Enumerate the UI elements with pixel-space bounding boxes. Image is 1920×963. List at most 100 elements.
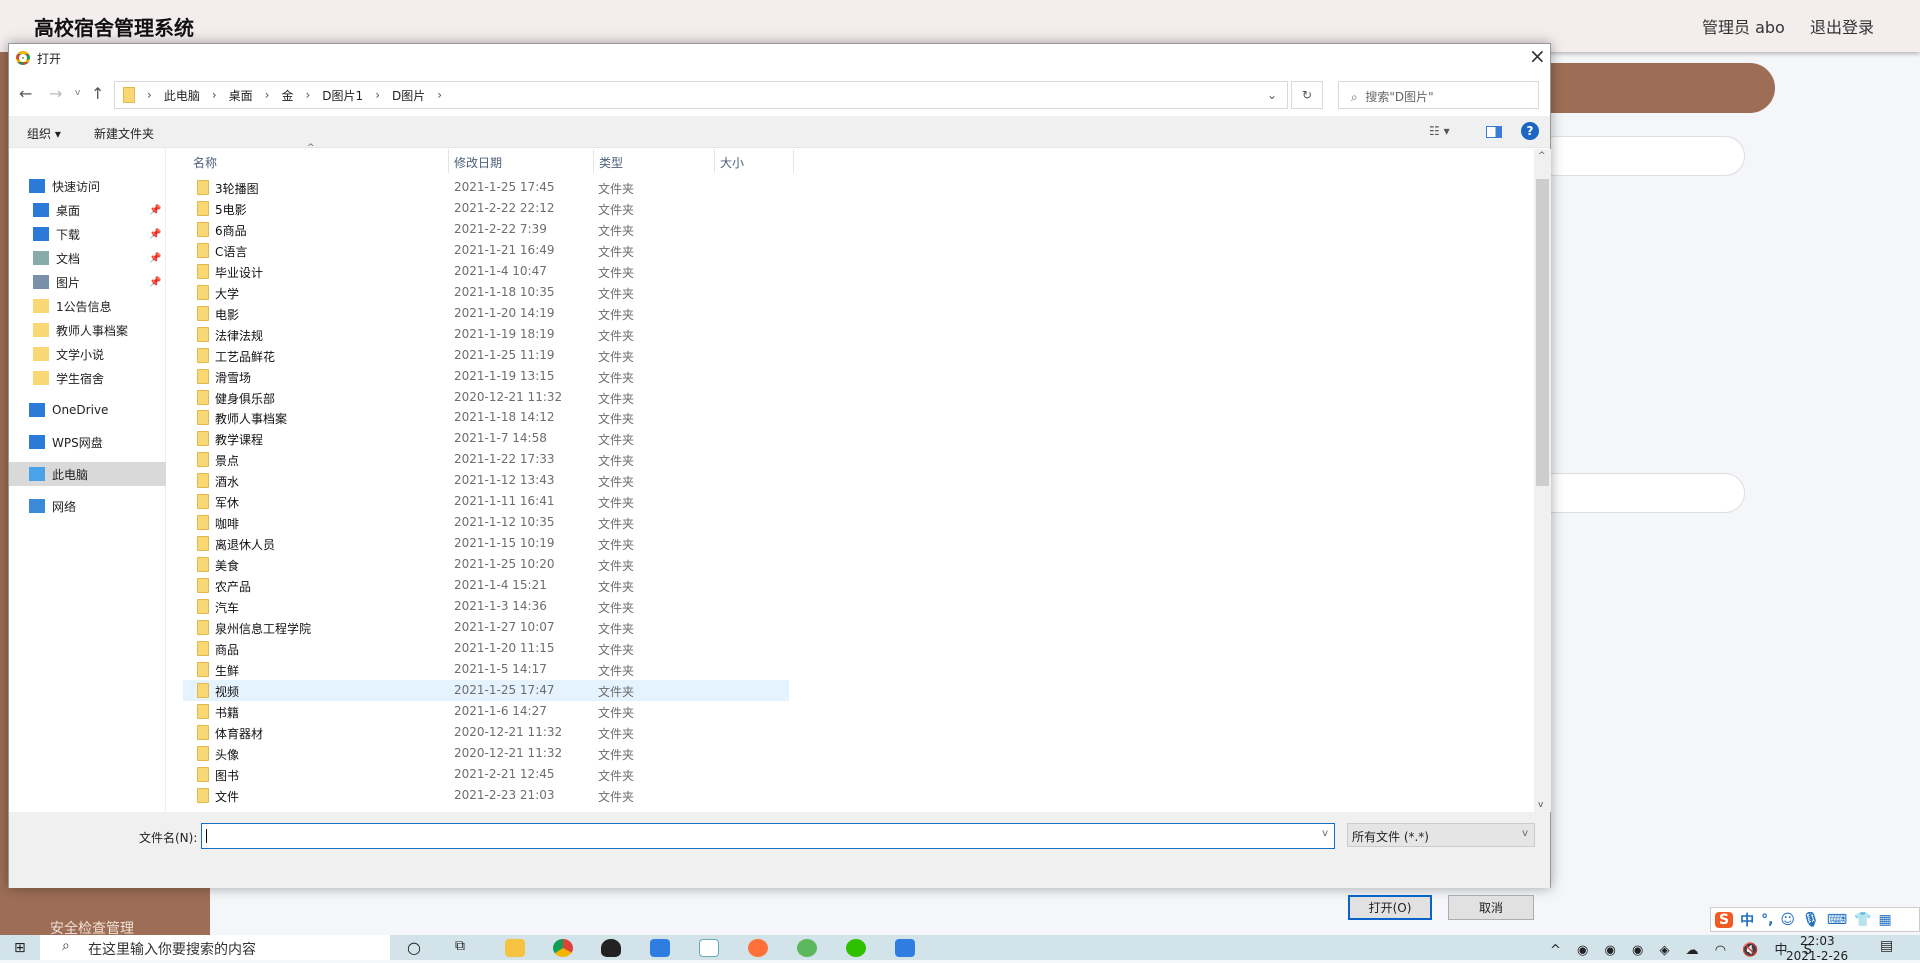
file-row[interactable]: 生鲜 2021-1-5 14:17 文件夹 [183, 659, 789, 680]
file-row[interactable]: 书籍 2021-1-6 14:27 文件夹 [183, 701, 789, 722]
scrollbar-thumb[interactable] [1536, 179, 1549, 486]
nav-item[interactable]: 文档 📌 [9, 246, 166, 270]
file-row[interactable]: 泉州信息工程学院 2021-1-27 10:07 文件夹 [183, 617, 789, 638]
file-row[interactable]: 图书 2021-2-21 12:45 文件夹 [183, 764, 789, 785]
pin-icon[interactable]: 📌 [149, 229, 161, 240]
ime-mode[interactable]: 中 [1740, 910, 1754, 930]
file-row[interactable]: 法律法规 2021-1-19 18:19 文件夹 [183, 324, 789, 345]
browser-icon[interactable] [797, 939, 817, 957]
emoji-icon[interactable]: ☺ [1780, 912, 1795, 928]
recent-dropdown-icon[interactable]: v [75, 88, 80, 98]
file-row[interactable]: 滑雪场 2021-1-19 13:15 文件夹 [183, 366, 789, 387]
baidu-netdisk-icon[interactable] [650, 939, 670, 957]
column-modified[interactable]: 修改日期 [454, 154, 502, 171]
nav-item[interactable]: 下载 📌 [9, 222, 166, 246]
chrome-icon[interactable] [553, 939, 573, 957]
nav-item[interactable]: 文学小说 [9, 342, 166, 366]
pin-icon[interactable]: 📌 [149, 253, 161, 264]
file-row[interactable]: 咖啡 2021-1-12 10:35 文件夹 [183, 512, 789, 533]
pin-icon[interactable]: 📌 [149, 277, 161, 288]
skin-icon[interactable]: 👕 [1854, 912, 1871, 928]
nav-item[interactable]: OneDrive [9, 398, 166, 422]
nav-item[interactable]: 此电脑 [9, 462, 166, 486]
column-type[interactable]: 类型 [599, 154, 623, 171]
file-row[interactable]: 电影 2021-1-20 14:19 文件夹 [183, 303, 789, 324]
file-row[interactable]: 毕业设计 2021-1-4 10:47 文件夹 [183, 261, 789, 282]
open-button[interactable]: 打开(O) [1348, 895, 1432, 920]
clock-time[interactable]: 22:03 [1800, 934, 1835, 948]
nav-item[interactable]: 1公告信息 [9, 294, 166, 318]
cortana-icon[interactable]: ○ [407, 938, 421, 957]
toolbox-icon[interactable]: ▦ [1878, 912, 1891, 928]
logout-link[interactable]: 退出登录 [1810, 14, 1874, 38]
cancel-button[interactable]: 取消 [1448, 895, 1534, 920]
file-row[interactable]: 头像 2020-12-21 11:32 文件夹 [183, 743, 789, 764]
nav-item[interactable]: WPS网盘 [9, 430, 166, 454]
wps-icon[interactable] [895, 939, 915, 957]
file-type-select[interactable]: 所有文件 (*.*) v [1347, 823, 1535, 847]
file-row[interactable]: 酒水 2021-1-12 13:43 文件夹 [183, 470, 789, 491]
file-row[interactable]: 教学课程 2021-1-7 14:58 文件夹 [183, 428, 789, 449]
search-input[interactable]: ⌕ 搜索"D图片" [1338, 81, 1539, 109]
file-explorer-icon[interactable] [505, 939, 525, 957]
task-view-icon[interactable]: ⧉ [455, 938, 465, 954]
file-row[interactable]: 美食 2021-1-25 10:20 文件夹 [183, 554, 789, 575]
address-bar[interactable]: › 此电脑 › 桌面 › 金 › D图片1 › D图片 › ⌄ [114, 81, 1288, 109]
microphone-icon[interactable]: 🎙 [1802, 912, 1820, 928]
nav-item[interactable]: 网络 [9, 494, 166, 518]
file-row[interactable]: 景点 2021-1-22 17:33 文件夹 [183, 449, 789, 470]
column-name[interactable]: 名称 [193, 154, 217, 171]
file-row[interactable]: 农产品 2021-1-4 15:21 文件夹 [183, 575, 789, 596]
scrollbar[interactable]: ^ v [1534, 149, 1551, 812]
refresh-button[interactable]: ↻ [1291, 81, 1323, 109]
filename-input[interactable]: v [201, 823, 1335, 849]
file-row[interactable]: 商品 2021-1-20 11:15 文件夹 [183, 638, 789, 659]
clock-date[interactable]: 2021-2-26 [1786, 949, 1848, 963]
ime-toolbar[interactable]: S 中 °, ☺ 🎙 ⌨ 👕 ▦ [1710, 907, 1920, 932]
taskbar-search[interactable]: ⌕ 在这里输入你要搜索的内容 [40, 935, 390, 960]
breadcrumb-item[interactable]: D图片 [392, 87, 425, 104]
breadcrumb-item[interactable]: 桌面 [229, 87, 253, 104]
file-row[interactable]: 教师人事档案 2021-1-18 14:12 文件夹 [183, 407, 789, 428]
preview-pane-icon[interactable] [1486, 126, 1502, 138]
file-row[interactable]: 3轮播图 2021-1-25 17:45 文件夹 [183, 177, 789, 198]
scroll-down-icon[interactable]: v [1538, 800, 1543, 810]
nav-item[interactable]: 快速访问 [9, 174, 166, 198]
new-folder-button[interactable]: 新建文件夹 [94, 125, 154, 142]
forward-icon[interactable]: → [49, 84, 62, 103]
app-icon[interactable] [699, 939, 719, 957]
close-button[interactable]: × [1529, 44, 1546, 68]
chevron-down-icon[interactable]: v [1322, 828, 1328, 839]
back-icon[interactable]: ← [19, 84, 32, 103]
nav-item[interactable]: 教师人事档案 [9, 318, 166, 342]
file-row[interactable]: 军休 2021-1-11 16:41 文件夹 [183, 491, 789, 512]
form-input[interactable] [1530, 473, 1745, 513]
view-options-icon[interactable]: ☷ ▾ [1429, 124, 1450, 138]
file-row[interactable]: 体育器材 2020-12-21 11:32 文件夹 [183, 722, 789, 743]
up-icon[interactable]: ↑ [91, 84, 104, 103]
chevron-down-icon[interactable]: ⌄ [1267, 88, 1277, 102]
windows-start-icon[interactable]: ⊞ [14, 940, 26, 956]
qq-icon[interactable] [601, 939, 621, 957]
column-size[interactable]: 大小 [720, 154, 744, 171]
form-input[interactable] [1530, 136, 1745, 176]
pin-icon[interactable]: 📌 [149, 205, 161, 216]
punctuation-icon[interactable]: °, [1761, 912, 1773, 928]
file-row[interactable]: 6商品 2021-2-22 7:39 文件夹 [183, 219, 789, 240]
nav-item[interactable]: 桌面 📌 [9, 198, 166, 222]
wechat-icon[interactable] [846, 939, 866, 957]
scroll-up-icon[interactable]: ^ [1538, 151, 1546, 161]
nav-item[interactable]: 学生宿舍 [9, 366, 166, 390]
file-row[interactable]: C语言 2021-1-21 16:49 文件夹 [183, 240, 789, 261]
file-row[interactable]: 5电影 2021-2-22 22:12 文件夹 [183, 198, 789, 219]
firefox-icon[interactable] [748, 939, 768, 957]
organize-menu[interactable]: 组织 ▾ [27, 125, 61, 142]
file-row[interactable]: 视频 2021-1-25 17:47 文件夹 [183, 679, 789, 701]
nav-item[interactable]: 图片 📌 [9, 270, 166, 294]
file-row[interactable]: 大学 2021-1-18 10:35 文件夹 [183, 282, 789, 303]
file-row[interactable]: 文件 2021-2-23 21:03 文件夹 [183, 785, 789, 806]
current-user[interactable]: 管理员 abo [1702, 14, 1785, 38]
breadcrumb-item[interactable]: D图片1 [322, 87, 363, 104]
tray-icons[interactable]: ^ ◉ ◉ ◉ ◈ ☁ ◠ 🔇 中 S [1550, 939, 1818, 958]
file-row[interactable]: 离退休人员 2021-1-15 10:19 文件夹 [183, 533, 789, 554]
